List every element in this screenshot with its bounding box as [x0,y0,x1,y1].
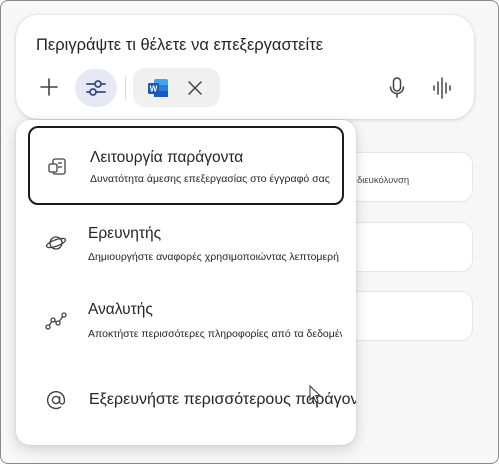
planet-icon [45,232,67,254]
app-frame: διευκόλυνση Περιγράψτε τι θέλετε να επεξ… [0,0,499,464]
document-agent-icon [47,156,69,178]
menu-item-description: Αποκτήστε περισσότερες πληροφορίες από τ… [88,328,342,340]
word-document-icon: W [148,79,168,97]
menu-item-researcher[interactable]: Ερευνητής Δημιουργήστε αναφορές χρησιμοπ… [28,206,344,285]
voice-mode-button[interactable] [431,75,455,101]
suggestion-card-text: διευκόλυνση [357,175,410,186]
trend-line-icon [45,310,67,332]
menu-item-description: Δυνατότητα άμεσης επεξεργασίας στο έγγρα… [90,173,330,185]
agents-menu: Λειτουργία παράγοντα Δυνατότητα άμεσης ε… [16,120,356,445]
attachment-chip[interactable]: W [133,68,220,107]
prompt-input[interactable]: Περιγράψτε τι θέλετε να επεξεργαστείτε [36,36,323,55]
menu-item-agent-mode[interactable]: Λειτουργία παράγοντα Δυνατότητα άμεσης ε… [28,126,344,205]
menu-item-title: Λειτουργία παράγοντα [90,149,244,166]
at-sign-icon [45,389,67,411]
prompt-composer: Περιγράψτε τι θέλετε να επεξεργαστείτε W [16,15,474,119]
svg-text:W: W [150,85,158,94]
plus-icon [40,78,58,96]
waveform-icon [433,77,451,99]
menu-item-description: Δημιουργήστε αναφορές χρησιμοποιώντας λε… [88,251,342,263]
mouse-cursor-icon [309,385,321,403]
microphone-button[interactable] [386,75,408,101]
menu-item-title: Ερευνητής [88,225,162,242]
remove-attachment-button[interactable] [184,77,206,99]
add-button[interactable] [35,72,63,102]
sliders-icon [86,80,106,96]
tools-button[interactable] [75,69,117,107]
close-icon [188,81,202,95]
menu-item-explore-agents[interactable]: Εξερευνήστε περισσότερους παράγοντες [28,362,356,441]
menu-item-analyst[interactable]: Αναλυτής Αποκτήστε περισσότερες πληροφορ… [28,280,344,359]
menu-item-title: Αναλυτής [88,301,153,318]
toolbar-divider [125,77,126,99]
microphone-icon [389,77,405,98]
